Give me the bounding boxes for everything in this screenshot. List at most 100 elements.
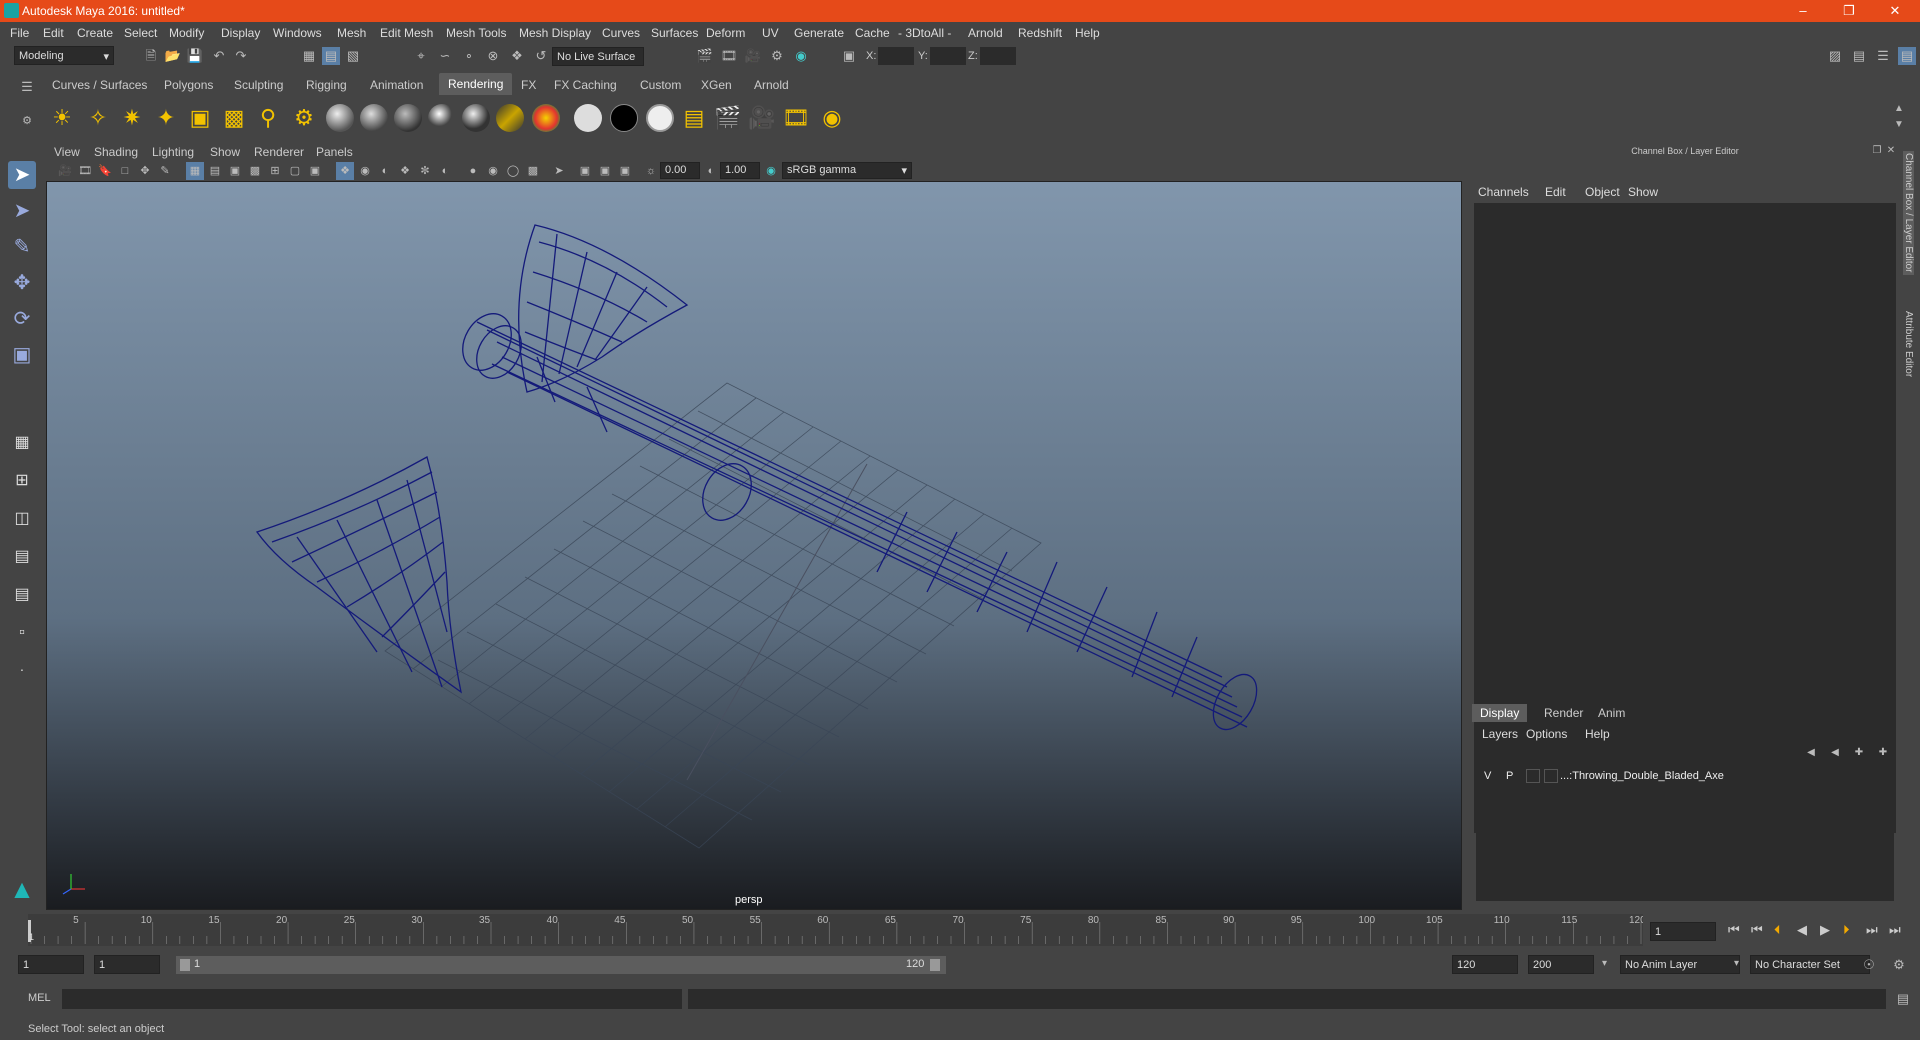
menu-generate[interactable]: Generate [794, 26, 844, 40]
exposure-icon[interactable]: ☼ [642, 162, 660, 180]
side-tab-channel-box[interactable]: Channel Box / Layer Editor [1903, 151, 1914, 275]
snap-curve-icon[interactable]: ∽ [436, 47, 454, 65]
rotate-tool-icon[interactable]: ⟳ [8, 305, 36, 333]
menu-arnold[interactable]: Arnold [968, 26, 1003, 40]
shelf-tab-arnold[interactable]: Arnold [754, 78, 789, 92]
render-settings-icon[interactable]: ⚙ [768, 47, 786, 65]
step-back-frame-icon[interactable]: ⏮ [1751, 922, 1763, 938]
auto-key-icon[interactable]: ☉ [1860, 956, 1878, 974]
textured-icon[interactable]: ❖ [396, 162, 414, 180]
lasso-tool-icon[interactable]: ➤ [8, 197, 36, 225]
menu-create[interactable]: Create [77, 26, 113, 40]
layout-more-icon[interactable]: · [8, 655, 36, 683]
menu-mesh-display[interactable]: Mesh Display [519, 26, 591, 40]
screen-space-ao-icon[interactable]: ● [464, 162, 482, 180]
layer-type-toggle[interactable] [1526, 769, 1540, 783]
spot-light-icon[interactable]: ✦ [152, 105, 180, 131]
attribute-editor-icon[interactable]: ▤ [1850, 47, 1868, 65]
grid-toggle-icon[interactable]: ▦ [186, 162, 204, 180]
shading-map-icon[interactable] [646, 104, 674, 132]
snap-surface-icon[interactable]: ❖ [508, 47, 526, 65]
open-scene-icon[interactable]: 📂 [164, 47, 182, 65]
viewport-menu-lighting[interactable]: Lighting [152, 145, 194, 159]
resolution-gate-icon[interactable]: ▣ [226, 162, 244, 180]
snap-grid-icon[interactable]: ⌖ [412, 47, 430, 65]
minimize-button[interactable]: – [1780, 0, 1826, 22]
viewport-menu-panels[interactable]: Panels [316, 145, 353, 159]
shelf-scroll-down-icon[interactable]: ▼ [1890, 116, 1908, 134]
hypershade-layout-icon[interactable]: ▫ [8, 619, 36, 647]
anti-aliasing-icon[interactable]: ◯ [504, 162, 522, 180]
channel-box-menu-edit[interactable]: Edit [1545, 185, 1566, 199]
menu-surfaces[interactable]: Surfaces [651, 26, 698, 40]
layer-menu-help[interactable]: Help [1585, 727, 1610, 741]
gate-mask-icon[interactable]: ▩ [246, 162, 264, 180]
lambert-shader-icon[interactable] [326, 104, 354, 132]
channel-box-menu-show[interactable]: Show [1628, 185, 1658, 199]
isolate-select-icon[interactable]: ➤ [550, 162, 568, 180]
x-field[interactable] [878, 47, 914, 65]
perspective-viewport[interactable]: persp [46, 181, 1462, 910]
menu-uv[interactable]: UV [762, 26, 779, 40]
menu-cache[interactable]: Cache [855, 26, 890, 40]
step-back-key-icon[interactable]: ⏴ [1774, 922, 1781, 938]
menu-edit-mesh[interactable]: Edit Mesh [380, 26, 433, 40]
select-tool-icon[interactable]: ➤ [8, 161, 36, 189]
shelf-tab-xgen[interactable]: XGen [701, 78, 732, 92]
menu-mesh-tools[interactable]: Mesh Tools [446, 26, 506, 40]
shelf-tab-curves-surfaces[interactable]: Curves / Surfaces [52, 78, 147, 92]
range-end-handle[interactable] [930, 959, 940, 971]
chevron-down-icon[interactable]: ▾ [1602, 958, 1607, 969]
blinn-shader-icon[interactable] [360, 104, 388, 132]
current-time-field[interactable]: 1 [1650, 922, 1716, 941]
view-transform-selector[interactable]: sRGB gamma ▾ [782, 162, 912, 179]
menu-display[interactable]: Display [221, 26, 260, 40]
motion-blur-icon[interactable]: ◉ [484, 162, 502, 180]
grease-pencil-icon[interactable]: ✎ [156, 162, 174, 180]
hypershade-shelf-icon[interactable]: ◉ [818, 105, 846, 131]
shelf-tab-animation[interactable]: Animation [370, 78, 423, 92]
move-tool-icon[interactable]: ✥ [8, 269, 36, 297]
z-field[interactable] [980, 47, 1016, 65]
go-to-start-icon[interactable]: ⏮ [1728, 922, 1740, 938]
camera-attributes-icon[interactable]: 🎞 [76, 162, 94, 180]
side-tab-attribute-editor[interactable]: Attribute Editor [1903, 311, 1914, 377]
play-forwards-icon[interactable]: ▶ [1820, 922, 1830, 938]
animation-preferences-icon[interactable]: ⚙ [1890, 956, 1908, 974]
transform-constraint-icon[interactable]: ▣ [840, 47, 858, 65]
playback-start-field[interactable]: 1 [94, 955, 160, 974]
viewport-menu-show[interactable]: Show [210, 145, 240, 159]
shadows-icon[interactable]: ◐ [436, 162, 454, 180]
hypershade-icon[interactable]: ◉ [792, 47, 810, 65]
wireframe-on-shaded-icon[interactable]: ◐ [376, 162, 394, 180]
ramp-shader-icon[interactable] [532, 104, 560, 132]
layer-menu-options[interactable]: Options [1526, 727, 1567, 741]
chevron-down-icon[interactable]: ▾ [1734, 958, 1739, 969]
character-set-selector[interactable]: No Character Set [1750, 955, 1870, 974]
render-frame-icon[interactable]: 🎞 [720, 47, 738, 65]
restore-button[interactable]: ❐ [1826, 0, 1872, 22]
new-layer-selected-icon[interactable]: ✚ [1874, 744, 1892, 762]
time-slider[interactable]: 5 10 15 20 25 30 35 40 45 50 55 60 65 70 75 80 85 90 95 100… [28, 914, 1643, 946]
layered-shader-icon[interactable] [496, 104, 524, 132]
outliner-graph-icon[interactable]: ▤ [8, 581, 36, 609]
safe-action-icon[interactable]: ▢ [286, 162, 304, 180]
close-panel-icon[interactable]: ✕ [1882, 142, 1900, 160]
step-forward-frame-icon[interactable]: ⏭ [1866, 922, 1878, 938]
paint-select-icon[interactable]: ✎ [8, 233, 36, 261]
wireframe-icon[interactable]: ❖ [336, 162, 354, 180]
menu-help[interactable]: Help [1075, 26, 1100, 40]
menu-select[interactable]: Select [124, 26, 157, 40]
go-to-end-icon[interactable]: ⏭ [1889, 922, 1901, 938]
field-chart-icon[interactable]: ⊞ [266, 162, 284, 180]
phong-shader-icon[interactable] [394, 104, 422, 132]
scale-tool-icon[interactable]: ▣ [8, 341, 36, 369]
menu-3dtoall[interactable]: - 3DtoAll - [898, 26, 951, 40]
render-view-shelf-icon[interactable]: ▤ [680, 105, 708, 131]
point-light-icon[interactable]: ✷ [118, 105, 146, 131]
menu-redshift[interactable]: Redshift [1018, 26, 1062, 40]
save-scene-icon[interactable]: 💾 [186, 47, 204, 65]
gamma-field[interactable]: 1.00 [720, 162, 760, 179]
shelf-tab-sculpting[interactable]: Sculpting [234, 78, 283, 92]
script-editor-icon[interactable]: ▤ [1894, 990, 1912, 1008]
